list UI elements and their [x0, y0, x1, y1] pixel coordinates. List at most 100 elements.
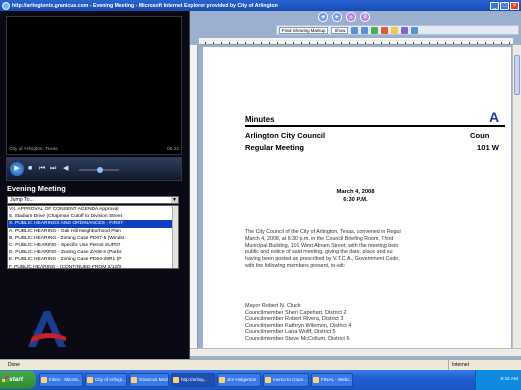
ruler-tick	[237, 42, 238, 44]
vertical-scrollbar-thumb[interactable]	[514, 55, 520, 95]
ruler-tick	[501, 42, 502, 44]
agenda-item[interactable]: A. PUBLIC HEARING - Oak Hill Neighborhoo…	[8, 228, 178, 235]
app-icon	[219, 377, 225, 383]
agenda-scrollbar[interactable]	[172, 206, 178, 268]
document-viewer: ◂ ▸ ◦ ? Final Showing Markup Show	[190, 11, 521, 359]
document-page[interactable]	[203, 47, 511, 348]
show-dropdown[interactable]: Show	[331, 26, 349, 34]
taskbar-button[interactable]: FINAL - Webc...	[311, 373, 353, 387]
volume-icon[interactable]: ◀	[63, 163, 68, 175]
status-bar: Done Internet	[0, 359, 521, 370]
minimize-button[interactable]: _	[490, 1, 499, 10]
taskbar-button[interactable]: Granicus Medi...	[129, 373, 169, 387]
agenda-item[interactable]: E. PUBLIC HEARING - Zoning Case PD04-29R…	[8, 256, 178, 263]
taskbar-button[interactable]: memo to Coun...	[263, 373, 309, 387]
app-icon	[131, 377, 137, 383]
screen: http://arlingtontx.granicus.com - Evenin…	[0, 0, 521, 390]
taskbar-button[interactable]: City of Arlingt...	[85, 373, 127, 387]
taskbar-button[interactable]: Inbox - Micros...	[39, 373, 83, 387]
accept-change-icon[interactable]	[371, 26, 379, 34]
vertical-ruler[interactable]	[190, 45, 198, 348]
ruler-tick	[205, 42, 206, 44]
app-icon	[173, 377, 179, 383]
ruler-tick	[421, 42, 422, 44]
taskbar-button[interactable]: Jim Holgerson	[217, 373, 261, 387]
horizontal-ruler[interactable]	[199, 38, 513, 45]
ruler-tick	[381, 42, 382, 44]
chevron-down-icon[interactable]: ▼	[171, 197, 178, 203]
window-titlebar[interactable]: http://arlingtontx.granicus.com - Evenin…	[0, 0, 521, 11]
agenda-item[interactable]: C. PUBLIC HEARING - Specific Use Permit …	[8, 242, 178, 249]
video-caption-location: City of Arlington, Texas	[9, 147, 58, 152]
video-screen[interactable]: City of Arlington, Texas 00:22	[6, 16, 182, 155]
agenda-item[interactable]: D. PUBLIC HEARING - Zoning Case ZA08-2 (…	[8, 249, 178, 256]
taskbar-button-label: http://arling...	[181, 377, 208, 382]
ruler-tick	[485, 42, 486, 44]
ruler-tick	[317, 42, 318, 44]
ruler-tick	[341, 42, 342, 44]
status-text: Done	[8, 362, 20, 368]
ruler-tick	[445, 42, 446, 44]
agenda-list[interactable]: VII. APPROVAL OF CONSENT AGENDA Approval…	[7, 205, 179, 269]
jump-to-dropdown[interactable]: Jump To... ▼	[7, 196, 179, 204]
taskbar-button-label: memo to Coun...	[273, 377, 307, 382]
jump-to-label: Jump To...	[10, 197, 34, 203]
insert-comment-icon[interactable]	[391, 26, 399, 34]
agenda-item[interactable]: F. PUBLIC HEARING - (CONTINUED FROM 2/12…	[8, 264, 178, 269]
agenda-item[interactable]: 5. Stadium Drive (Chapman Cutoff to Divi…	[8, 213, 178, 220]
next-change-icon[interactable]	[361, 26, 369, 34]
ruler-tick	[469, 42, 470, 44]
ruler-tick	[405, 42, 406, 44]
security-zone: Internet	[448, 360, 518, 370]
ruler-tick	[301, 42, 302, 44]
close-button[interactable]: ×	[510, 1, 519, 10]
ruler-tick	[477, 42, 478, 44]
volume-slider[interactable]	[79, 167, 119, 173]
ruler-tick	[285, 42, 286, 44]
ie-icon	[2, 1, 10, 10]
app-icon	[87, 377, 93, 383]
reject-change-icon[interactable]	[381, 26, 389, 34]
stop-icon[interactable]: ■	[28, 163, 32, 175]
horizontal-scrollbar[interactable]	[190, 348, 521, 356]
ruler-tick	[309, 42, 310, 44]
window-title: http://arlingtontx.granicus.com - Evenin…	[12, 2, 278, 9]
play-button[interactable]: ▶	[10, 162, 24, 176]
taskbar-buttons: Inbox - Micros... City of Arlingt... Grani…	[39, 373, 353, 387]
app-icon	[265, 377, 271, 383]
meeting-title: Evening Meeting	[7, 184, 66, 193]
ruler-tick	[389, 42, 390, 44]
maximize-button[interactable]: □	[500, 1, 509, 10]
help-nav-icon[interactable]: ?	[360, 12, 370, 22]
ruler-tick	[453, 42, 454, 44]
reviewing-pane-icon[interactable]	[411, 26, 419, 34]
start-button[interactable]: start	[0, 371, 36, 389]
next-icon[interactable]: ⏭	[50, 163, 56, 175]
previous-icon[interactable]: ⏮	[39, 163, 45, 175]
ruler-tick	[397, 42, 398, 44]
agenda-item[interactable]: VII. APPROVAL OF CONSENT AGENDA Approval	[8, 206, 178, 213]
reviewing-toolbar: Final Showing Markup Show	[276, 25, 519, 35]
vertical-scrollbar[interactable]	[512, 45, 521, 348]
markup-view-dropdown[interactable]: Final Showing Markup	[279, 26, 329, 34]
volume-slider-knob[interactable]	[97, 167, 103, 173]
ruler-tick	[373, 42, 374, 44]
ruler-tick	[269, 42, 270, 44]
ruler-tick	[461, 42, 462, 44]
ruler-tick	[413, 42, 414, 44]
track-changes-icon[interactable]	[401, 26, 409, 34]
back-nav-icon[interactable]: ◂	[318, 12, 328, 22]
ruler-tick	[509, 42, 510, 44]
ruler-tick	[429, 42, 430, 44]
previous-change-icon[interactable]	[351, 26, 359, 34]
taskbar-button[interactable]: http://arling...	[171, 373, 215, 387]
taskbar-button-label: City of Arlingt...	[95, 377, 126, 382]
taskbar: start Inbox - Micros... City of Arlingt..…	[0, 370, 521, 390]
home-nav-icon[interactable]: ◦	[346, 12, 356, 22]
agenda-item[interactable]: X. PUBLIC HEARINGS AND ORDINANCES - FIRS…	[8, 220, 178, 228]
video-caption-time: 00:22	[166, 147, 179, 152]
ruler-tick	[229, 42, 230, 44]
app-icon	[313, 377, 319, 383]
agenda-item[interactable]: B. PUBLIC HEARING - Zoning Case PD07-5 (…	[8, 235, 178, 242]
forward-nav-icon[interactable]: ▸	[332, 12, 342, 22]
